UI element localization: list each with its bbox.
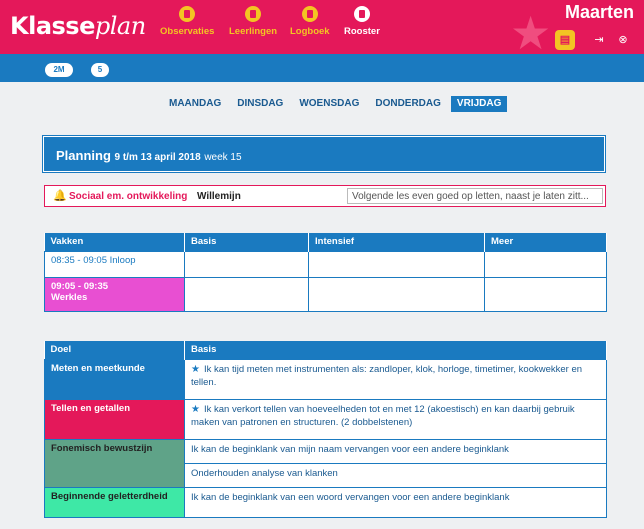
logout-icon[interactable]: ⇥ <box>589 30 609 50</box>
column-header: Doel <box>44 341 185 359</box>
nav-label: Logboek <box>290 26 330 37</box>
observations-icon <box>179 6 196 22</box>
column-header: Meer <box>484 233 607 251</box>
app-logo[interactable]: Klasseplan <box>10 12 146 40</box>
page-title: Planning <box>56 148 111 163</box>
table-row: Tellen en getallen ★ Ik kan verkort telle… <box>44 398 607 440</box>
schedule-table: Vakken Basis Intensief Meer 08:35 - 09:0… <box>44 233 607 312</box>
table-row: Beginnende geletterdheid Ik kan de begin… <box>44 486 607 518</box>
logo-script-text: plan <box>94 12 146 40</box>
nav-label: Leerlingen <box>229 26 278 37</box>
goal-cell[interactable]: Ik kan de beginklank van een woord verva… <box>184 486 607 518</box>
goal-category: Tellen en getallen <box>44 398 185 440</box>
column-header: Intensief <box>308 233 485 251</box>
star-decoration-icon: ★ <box>510 7 552 59</box>
column-header: Basis <box>184 233 309 251</box>
group-bar: 2M 5 <box>0 54 644 82</box>
table-row: 09:05 - 09:35 Werkles <box>44 276 607 312</box>
nav-observaties[interactable]: Observaties <box>160 6 214 37</box>
goals-table: Doel Basis Meten en meetkunde ★ Ik kan ti… <box>44 341 607 518</box>
tab-woensdag[interactable]: WOENSDAG <box>293 96 365 112</box>
schedule-cell[interactable] <box>308 250 485 278</box>
goal-cell[interactable]: Ik kan de beginklank van mijn naam verva… <box>184 438 607 464</box>
schedule-slot-label: 09:05 - 09:35 Werkles <box>44 276 185 312</box>
schedule-cell[interactable] <box>184 276 309 312</box>
nav-label: Observaties <box>160 26 215 37</box>
table-row: Meten en meetkunde ★ Ik kan tijd meten me… <box>44 358 607 400</box>
schedule-slot-label: 08:35 - 09:05 Inloop <box>44 250 185 278</box>
week-number: week 15 <box>204 152 242 163</box>
slot-time: 09:05 - 09:35 <box>51 280 109 292</box>
tab-dinsdag[interactable]: DINSDAG <box>231 96 289 112</box>
tab-donderdag[interactable]: DONDERDAG <box>369 96 447 112</box>
students-icon <box>245 6 262 22</box>
nav-logboek[interactable]: Logboek <box>290 6 330 37</box>
schedule-cell[interactable] <box>308 276 485 312</box>
logo-text: Klasse <box>10 12 95 40</box>
focus-note-row: 🔔 Sociaal em. ontwikkeling Willemijn Vol… <box>44 185 606 207</box>
planning-header: Planning 9 t/m 13 april 2018 week 15 <box>43 136 605 172</box>
nav-leerlingen[interactable]: Leerlingen <box>229 6 277 37</box>
slot-name: Werkles <box>51 291 88 303</box>
goal-cell[interactable]: ★ Ik kan tijd meten met instrumenten als:… <box>184 358 607 400</box>
table-header-row: Doel Basis <box>44 341 607 359</box>
goal-category: Fonemisch bewustzijn <box>44 438 185 488</box>
column-header: Basis <box>184 341 607 359</box>
nav-rooster[interactable]: Rooster <box>344 6 380 37</box>
planner-icon[interactable]: ▤ <box>555 30 575 50</box>
date-range: 9 t/m 13 april 2018 <box>114 152 201 163</box>
schedule-cell[interactable] <box>484 250 607 278</box>
goal-cell[interactable]: Onderhouden analyse van klanken <box>184 462 607 488</box>
star-icon: ★ <box>191 403 200 415</box>
goal-category: Meten en meetkunde <box>44 358 185 400</box>
star-icon: ★ <box>191 363 200 375</box>
schedule-cell[interactable] <box>484 276 607 312</box>
group-pill-5[interactable]: 5 <box>91 63 109 77</box>
goal-cell[interactable]: ★ Ik kan verkort tellen van hoeveelheden … <box>184 398 607 440</box>
username: Maarten <box>564 2 634 22</box>
student-name: Willemijn <box>197 191 241 202</box>
focus-note-field[interactable]: Volgende les even goed op letten, naast … <box>347 188 603 204</box>
nav-label: Rooster <box>344 26 380 37</box>
table-row: Fonemisch bewustzijn Ik kan de beginklan… <box>44 438 607 488</box>
bell-icon: 🔔 <box>53 190 67 202</box>
goal-text: Ik kan tijd meten met instrumenten als: … <box>191 363 583 388</box>
development-area: Sociaal em. ontwikkeling <box>69 191 188 202</box>
day-tabs: MAANDAG DINSDAG WOENSDAG DONDERDAG VRIJD… <box>163 96 511 112</box>
goal-text: Ik kan verkort tellen van hoeveelheden t… <box>191 403 575 428</box>
table-row: 08:35 - 09:05 Inloop <box>44 250 607 278</box>
logbook-icon <box>301 6 318 22</box>
column-header: Vakken <box>44 233 185 251</box>
schedule-cell[interactable] <box>184 250 309 278</box>
close-icon[interactable]: ⊗ <box>613 30 633 50</box>
goal-category: Beginnende geletterdheid <box>44 486 185 518</box>
schedule-icon <box>353 6 370 22</box>
tab-maandag[interactable]: MAANDAG <box>163 96 227 112</box>
table-header-row: Vakken Basis Intensief Meer <box>44 233 607 251</box>
group-pill-2m[interactable]: 2M <box>45 63 73 77</box>
tab-vrijdag[interactable]: VRIJDAG <box>450 96 508 112</box>
top-bar: Klasseplan Observaties Leerlingen Logboe… <box>0 0 644 59</box>
